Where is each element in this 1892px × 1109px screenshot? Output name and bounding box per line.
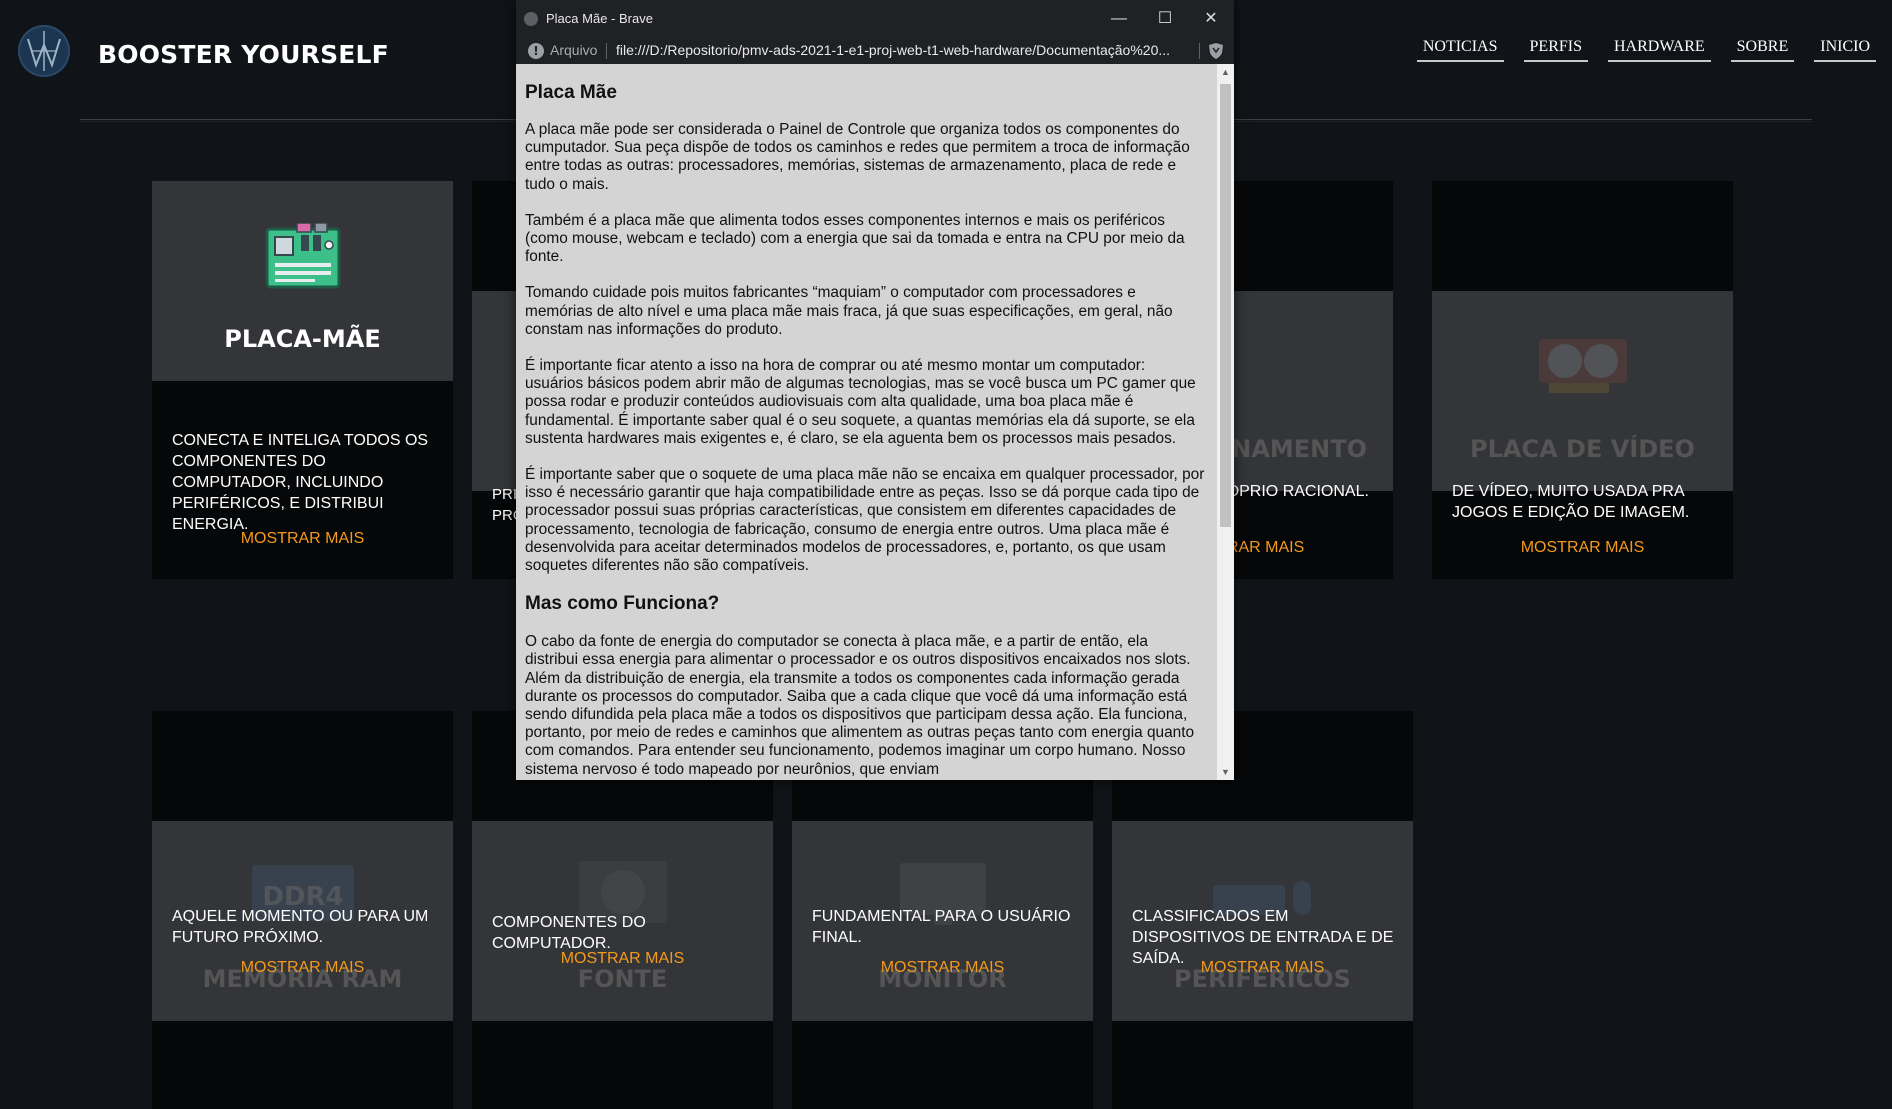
scroll-up-arrow[interactable]: ▲	[1217, 64, 1234, 80]
card-title: PLACA DE VÍDEO	[1470, 435, 1695, 463]
nav-sobre[interactable]: SOBRE	[1730, 38, 1795, 62]
show-more-link[interactable]: MOSTRAR MAIS	[152, 530, 453, 548]
card-description: DE VÍDEO, MUITO USADA PRA JOGOS E EDIÇÃO…	[1452, 483, 1690, 521]
section-heading: Mas como Funciona?	[525, 593, 720, 615]
show-more-link[interactable]: MOSTRAR MAIS	[152, 959, 453, 977]
brave-shield-icon[interactable]	[1208, 42, 1224, 60]
nav-noticias[interactable]: NOTICIAS	[1416, 38, 1504, 62]
card-description: AQUELE MOMENTO OU PARA UM FUTURO PRÓXIMO…	[172, 908, 429, 946]
card-header: PLACA DE VÍDEO	[1432, 291, 1733, 491]
scroll-down-arrow[interactable]: ▼	[1217, 764, 1234, 780]
paragraph-2: Também é a placa mãe que alimenta todos …	[525, 211, 1185, 266]
show-more-link[interactable]: MOSTRAR MAIS	[472, 950, 773, 968]
card-description: COMPONENTES DO COMPUTADOR.	[492, 914, 646, 952]
address-bar[interactable]: ! Arquivo file:///D:/Repositorio/pmv-ads…	[516, 38, 1234, 65]
paragraph-3: Tomando cuidade pois muitos fabricantes …	[525, 284, 1173, 338]
page-heading: Placa Mãe	[525, 82, 617, 103]
nav-inicio[interactable]: INICIO	[1814, 38, 1876, 62]
popup-page-content[interactable]: Placa Mãe A placa mãe pode ser considera…	[516, 64, 1217, 780]
close-button[interactable]: ✕	[1188, 0, 1234, 38]
card-memoria-ram[interactable]: DDR4 MEMÓRIA RAM AQUELE MOMENTO OU PARA …	[152, 711, 453, 1109]
window-titlebar[interactable]: Placa Mãe - Brave — ☐ ✕	[516, 0, 1234, 38]
browser-tab-icon	[524, 12, 538, 26]
address-separator	[606, 43, 607, 59]
card-placa-mae[interactable]: PLACA-MÃE CONECTA E INTELIGA TODOS OS CO…	[152, 181, 453, 579]
paragraph-5: É importante saber que o soquete de uma …	[525, 466, 1205, 575]
address-separator-right	[1199, 43, 1200, 59]
site-logo[interactable]	[18, 25, 70, 77]
scrollbar[interactable]: ▲ ▼	[1217, 64, 1234, 780]
window-title: Placa Mãe - Brave	[546, 11, 653, 26]
main-nav: NOTICIAS PERFIS HARDWARE SOBRE INICIO	[1416, 38, 1876, 62]
motherboard-icon	[265, 222, 341, 294]
popup-browser-window[interactable]: Placa Mãe - Brave — ☐ ✕ ! Arquivo file:/…	[516, 0, 1234, 780]
brand-title[interactable]: BOOSTER YOURSELF	[98, 40, 389, 69]
card-title: FONTE	[577, 965, 668, 993]
address-label: Arquivo	[550, 42, 598, 58]
card-description: FUNDAMENTAL PARA O USUÁRIO FINAL.	[812, 908, 1071, 946]
card-header: PLACA-MÃE	[152, 181, 453, 381]
show-more-link[interactable]: MOSTRAR MAIS	[792, 959, 1093, 977]
card-title: PLACA-MÃE	[224, 325, 381, 353]
minimize-button[interactable]: —	[1096, 0, 1142, 38]
card-placa-de-video[interactable]: PLACA DE VÍDEO DE VÍDEO, MUITO USADA PRA…	[1432, 181, 1733, 579]
show-more-link[interactable]: MOSTRAR MAIS	[1112, 959, 1413, 977]
gpu-icon	[1535, 333, 1631, 404]
nav-hardware[interactable]: HARDWARE	[1607, 38, 1711, 62]
card-description: CONECTA E INTELIGA TODOS OS COMPONENTES …	[172, 432, 429, 533]
paragraph-1: A placa mãe pode ser considerada o Paine…	[525, 121, 1190, 193]
paragraph-4: É importante ficar atento a isso na hora…	[525, 357, 1196, 447]
paragraph-6: O cabo da fonte de energia do computador…	[525, 633, 1195, 778]
maximize-button[interactable]: ☐	[1142, 0, 1188, 38]
info-icon[interactable]: !	[528, 43, 544, 59]
show-more-link[interactable]: MOSTRAR MAIS	[1432, 539, 1733, 557]
nav-perfis[interactable]: PERFIS	[1523, 38, 1588, 62]
scrollbar-thumb[interactable]	[1220, 84, 1231, 527]
url-text[interactable]: file:///D:/Repositorio/pmv-ads-2021-1-e1…	[616, 42, 1176, 58]
